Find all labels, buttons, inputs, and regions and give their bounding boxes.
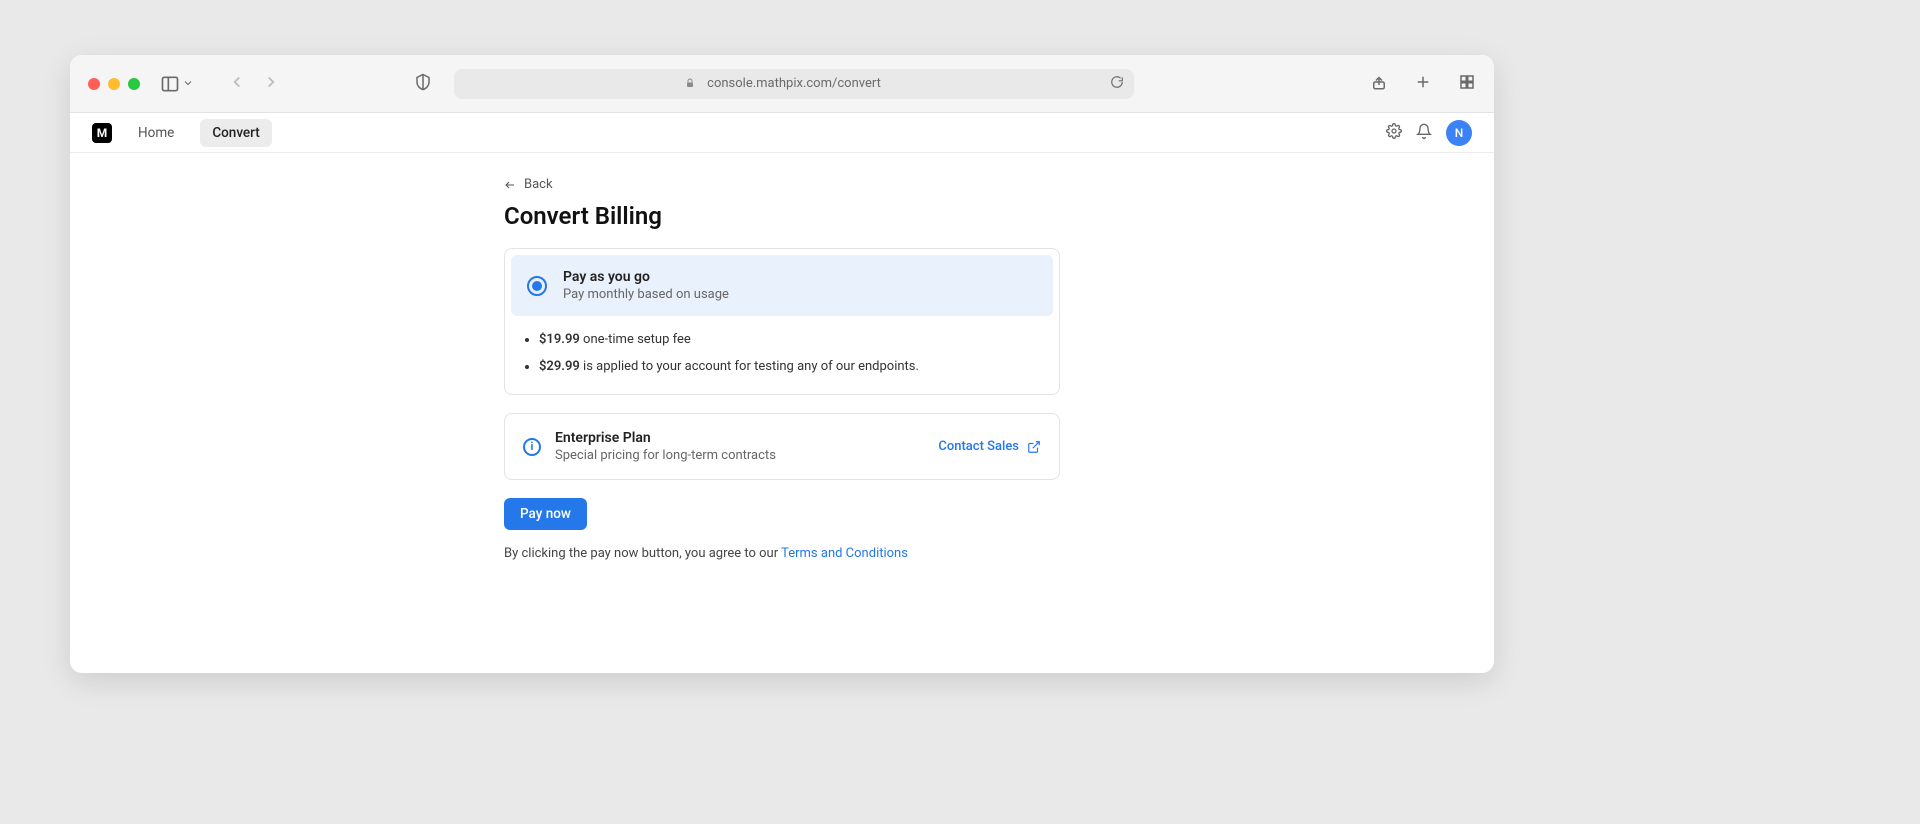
plan-bullet: $19.99 one-time setup fee bbox=[539, 332, 1035, 347]
chevron-down-icon bbox=[182, 74, 194, 93]
plan-card: Pay as you go Pay monthly based on usage… bbox=[504, 248, 1060, 395]
back-label: Back bbox=[524, 177, 553, 192]
arrow-left-icon bbox=[504, 179, 516, 191]
maximize-window-button[interactable] bbox=[128, 78, 140, 90]
back-link[interactable]: Back bbox=[504, 177, 1060, 192]
browser-window: console.mathpix.com/convert M Home Conve… bbox=[70, 55, 1494, 673]
plan-details: $19.99 one-time setup fee $29.99 is appl… bbox=[511, 316, 1053, 388]
close-window-button[interactable] bbox=[88, 78, 100, 90]
enterprise-title: Enterprise Plan bbox=[555, 430, 776, 446]
page-title: Convert Billing bbox=[504, 202, 1060, 230]
sidebar-toggle-button[interactable] bbox=[160, 74, 194, 94]
avatar[interactable]: N bbox=[1446, 120, 1472, 146]
share-button[interactable] bbox=[1370, 73, 1388, 95]
plan-title: Pay as you go bbox=[563, 269, 729, 285]
app-header: M Home Convert N bbox=[70, 113, 1494, 153]
notifications-button[interactable] bbox=[1416, 123, 1432, 143]
address-bar[interactable]: console.mathpix.com/convert bbox=[454, 69, 1134, 99]
browser-chrome: console.mathpix.com/convert bbox=[70, 55, 1494, 113]
reload-button[interactable] bbox=[1110, 74, 1124, 93]
plan-option-payg[interactable]: Pay as you go Pay monthly based on usage bbox=[511, 255, 1053, 316]
pay-now-button[interactable]: Pay now bbox=[504, 498, 587, 530]
contact-sales-link[interactable]: Contact Sales bbox=[938, 439, 1041, 454]
url-text: console.mathpix.com/convert bbox=[707, 76, 881, 91]
plan-bullet: $29.99 is applied to your account for te… bbox=[539, 359, 1035, 374]
privacy-shield-icon[interactable] bbox=[414, 72, 432, 96]
contact-sales-label: Contact Sales bbox=[938, 439, 1019, 454]
enterprise-subtitle: Special pricing for long-term contracts bbox=[555, 448, 776, 463]
settings-button[interactable] bbox=[1386, 123, 1402, 143]
logo[interactable]: M bbox=[92, 123, 112, 143]
radio-selected[interactable] bbox=[527, 276, 547, 296]
new-tab-button[interactable] bbox=[1414, 73, 1432, 95]
info-icon: i bbox=[523, 438, 541, 456]
page-content: Back Convert Billing Pay as you go Pay m… bbox=[70, 153, 1494, 561]
terms-link[interactable]: Terms and Conditions bbox=[781, 546, 908, 561]
external-link-icon bbox=[1027, 440, 1041, 454]
back-button[interactable] bbox=[228, 73, 246, 95]
window-controls bbox=[88, 78, 140, 90]
forward-button[interactable] bbox=[262, 73, 280, 95]
tabs-overview-button[interactable] bbox=[1458, 73, 1476, 95]
enterprise-card: i Enterprise Plan Special pricing for lo… bbox=[504, 413, 1060, 480]
lock-icon bbox=[684, 74, 696, 93]
nav-home[interactable]: Home bbox=[126, 119, 186, 147]
nav-convert[interactable]: Convert bbox=[200, 119, 271, 147]
terms-text: By clicking the pay now button, you agre… bbox=[504, 546, 1060, 561]
plan-subtitle: Pay monthly based on usage bbox=[563, 287, 729, 302]
minimize-window-button[interactable] bbox=[108, 78, 120, 90]
